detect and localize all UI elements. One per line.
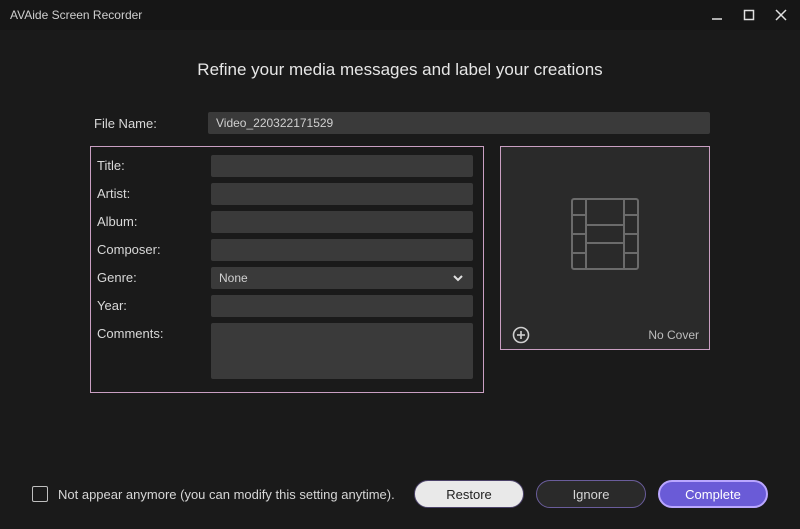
file-name-row: File Name: [90,112,710,134]
artist-input[interactable] [211,183,473,205]
artist-label: Artist: [93,183,211,201]
titlebar: AVAide Screen Recorder [0,0,800,30]
file-name-input[interactable] [208,112,710,134]
maximize-button[interactable] [740,6,758,24]
title-label: Title: [93,155,211,173]
page-heading: Refine your media messages and label you… [90,60,710,80]
comments-label: Comments: [93,323,211,341]
not-appear-label: Not appear anymore (you can modify this … [58,487,395,502]
footer: Not appear anymore (you can modify this … [0,465,800,529]
composer-label: Composer: [93,239,211,257]
cover-footer: No Cover [501,321,709,349]
metadata-panel: Title: Artist: Album: Composer: Genre: [90,146,484,393]
ignore-button[interactable]: Ignore [536,480,646,508]
year-label: Year: [93,295,211,313]
not-appear-wrap: Not appear anymore (you can modify this … [32,486,402,502]
cover-placeholder [501,147,709,321]
comments-input[interactable] [211,323,473,379]
album-label: Album: [93,211,211,229]
complete-button[interactable]: Complete [658,480,768,508]
album-input[interactable] [211,211,473,233]
window-controls [708,6,790,24]
cover-panel: No Cover [500,146,710,350]
genre-value[interactable] [211,267,473,289]
year-input[interactable] [211,295,473,317]
plus-circle-icon [512,326,530,344]
not-appear-checkbox[interactable] [32,486,48,502]
restore-button[interactable]: Restore [414,480,524,508]
close-button[interactable] [772,6,790,24]
genre-select[interactable] [211,267,473,289]
add-cover-button[interactable] [511,325,531,345]
genre-label: Genre: [93,267,211,285]
file-name-label: File Name: [90,116,208,131]
columns: Title: Artist: Album: Composer: Genre: [90,146,710,393]
title-input[interactable] [211,155,473,177]
app-title: AVAide Screen Recorder [10,8,142,22]
no-cover-label: No Cover [648,328,699,342]
content-area: Refine your media messages and label you… [0,30,800,465]
composer-input[interactable] [211,239,473,261]
film-icon [560,189,650,279]
minimize-button[interactable] [708,6,726,24]
